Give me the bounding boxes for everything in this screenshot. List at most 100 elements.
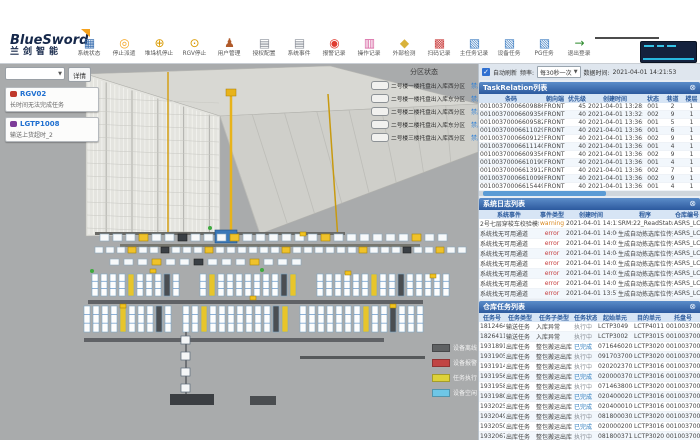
toolbar-item-退出登录[interactable]: →退出登录 (562, 36, 597, 58)
zone-toggle-button[interactable] (371, 81, 389, 90)
toolbar-item-外部检测[interactable]: ◆外部检测 (387, 36, 422, 58)
column-header[interactable]: 任务子类型 (535, 313, 573, 322)
table-row[interactable]: 1931958出库任务整包搬运出库执行中07146380042LCTP30200… (479, 382, 700, 392)
panel-close-icon[interactable]: ⊗ (689, 83, 696, 93)
horizontal-scrollbar[interactable] (479, 191, 700, 196)
zone-action-link[interactable]: 禁用 (471, 133, 478, 142)
device-id-link[interactable]: LGTP1008 (20, 120, 59, 128)
table-row[interactable]: 00100370006610098881FRONT402021-04-01 13… (479, 175, 700, 183)
table-row[interactable]: 1931980出库任务整包搬运出库已完成02040002081LCTP30160… (479, 392, 700, 402)
table-row[interactable]: 00100370006609582162FRONT402021-04-01 13… (479, 119, 700, 127)
table-row[interactable]: 00100370006609125123FRONT402021-04-01 13… (479, 135, 700, 143)
table-row[interactable]: 00100370006615449651FRONT402021-04-01 13… (479, 183, 700, 191)
toolbar-item-主任务记录[interactable]: ▧主任务记录 (457, 36, 492, 58)
column-header[interactable]: 目的单元 (633, 313, 665, 322)
table-cell: 00100370006609582162 (479, 119, 543, 127)
table-header-row: 条码朝向端优先级创建时间状态巷道楼层 (479, 94, 700, 103)
column-header[interactable]: 任务类型 (505, 313, 535, 322)
table-row[interactable]: 00100370006610190619FRONT402021-04-01 13… (479, 159, 700, 167)
panel-close-icon[interactable]: ⊗ (689, 302, 696, 312)
zone-action-link[interactable]: 禁用 (471, 81, 478, 90)
table-row[interactable]: 系统找无可用通道error2021-04-01 14:05:56生成自动拣选库位… (479, 239, 700, 249)
column-header[interactable]: 程序 (617, 210, 673, 219)
toolbar-item-授权配置[interactable]: ▤授权配置 (247, 36, 282, 58)
toolbar-item-堆垛机停止[interactable]: ⊕堆垛机停止 (142, 36, 177, 58)
toolbar-item-扫码记录[interactable]: ▩扫码记录 (422, 36, 457, 58)
table-row[interactable]: 00100370006609356770FRONT402021-04-01 13… (479, 151, 700, 159)
device-alert-card[interactable]: LGTP1008输送上货超时_2 (5, 117, 99, 142)
column-header[interactable]: 创建时间 (565, 210, 617, 219)
table-cell: error (539, 249, 565, 259)
table-row[interactable]: 2号七层穿梭车校验模块-串联长度warning2021-04-01 14:12:… (479, 219, 700, 229)
column-header[interactable]: 起始单元 (597, 313, 633, 322)
table-row[interactable]: 1931891出库任务整包搬运出库已完成07164602082LCTP30200… (479, 342, 700, 352)
column-header[interactable]: 创建时间 (587, 94, 643, 103)
toolbar-item-设备任务[interactable]: ▧设备任务 (492, 36, 527, 58)
table-row[interactable]: 00100370006609886219FRONT452021-04-01 13… (479, 103, 700, 111)
device-alert-card[interactable]: RGV02长时间无法完成任务 (5, 87, 99, 112)
device-select[interactable]: ▼ (5, 67, 65, 80)
toolbar-item-PG任务[interactable]: ▧PG任务 (527, 36, 562, 58)
column-header[interactable]: 状态 (643, 94, 663, 103)
auto-refresh-checkbox[interactable]: ✓ (482, 68, 490, 76)
column-header[interactable]: 任务状态 (573, 313, 597, 322)
column-header[interactable]: 事件类型 (539, 210, 565, 219)
zone-toggle-button[interactable] (371, 120, 389, 129)
toolbar-item-停止派遣[interactable]: ◎停止派遣 (107, 36, 142, 58)
table-row[interactable]: 系统找无可用通道error2021-04-01 14:06:57生成自动拣选库位… (479, 229, 700, 239)
table-row[interactable]: 00100370006611029457FRONT402021-04-01 13… (479, 127, 700, 135)
table-row[interactable]: 00100370006611140190FRONT402021-04-01 13… (479, 143, 700, 151)
toolbar-item-用户管理[interactable]: ♟用户管理 (212, 36, 247, 58)
toolbar-item-操作记录[interactable]: ▥操作记录 (352, 36, 387, 58)
table-cell: 1 (682, 119, 700, 127)
table-row[interactable]: 00100370006613912005FRONT402021-04-01 13… (479, 167, 700, 175)
column-header[interactable]: 朝向端 (543, 94, 567, 103)
column-header[interactable]: 巷道 (663, 94, 682, 103)
device-id-link[interactable]: RGV02 (20, 90, 46, 98)
warehouse-3d-view[interactable]: ▼ 详情 RGV02长时间无法完成任务LGTP1008输送上货超时_2 分区状态… (0, 64, 478, 440)
table-cell: 40 (567, 127, 587, 135)
column-header[interactable]: 条码 (479, 94, 543, 103)
table-row[interactable]: 系统找无可用通道error2021-04-01 14:03:55生成自动拣选库位… (479, 259, 700, 269)
toolbar-item-系统状态[interactable]: ▦系统状态 (72, 36, 107, 58)
panel-close-icon[interactable]: ⊗ (689, 199, 696, 209)
toolbar-item-RGV停止[interactable]: ⊙RGV停止 (177, 36, 212, 58)
column-header[interactable]: 仓库编号 (673, 210, 700, 219)
mini-status-thumbnail[interactable] (640, 41, 697, 63)
table-row[interactable]: 1812464输送任务入库异常执行中LCTP3049LCTP4011001003… (479, 322, 700, 332)
table-row[interactable]: 1931905出库任务整包搬运出库执行中09170370061LCTP30200… (479, 352, 700, 362)
zone-action-link[interactable]: 禁用 (471, 94, 478, 103)
column-header[interactable]: 任务号 (479, 313, 505, 322)
refresh-rate-select[interactable]: 每30秒一次 ▼ (537, 66, 581, 78)
panel-仓库任务列表: 仓库任务列表⊗任务号任务类型任务子类型任务状态起始单元目的单元托盘号181246… (479, 301, 700, 440)
detail-button[interactable]: 详情 (68, 67, 91, 82)
table-row[interactable]: 系统找无可用通道error2021-04-01 14:02:55生成自动拣选库位… (479, 269, 700, 279)
table-row[interactable]: 00100370006609356776FRONT402021-04-01 13… (479, 111, 700, 119)
zone-action-link[interactable]: 禁用 (471, 107, 478, 116)
zone-action-link[interactable]: 禁用 (471, 120, 478, 129)
column-header[interactable]: 楼层 (682, 94, 700, 103)
toolbar-item-系统事件[interactable]: ▤系统事件 (282, 36, 317, 58)
table-row[interactable]: 系统找无可用通道error2021-04-01 14:04:56生成自动拣选库位… (479, 249, 700, 259)
panel-header: 仓库任务列表⊗ (479, 301, 700, 313)
table-row[interactable]: 1931914出库任务整包搬运出库执行中02020237033LCTP30160… (479, 362, 700, 372)
zone-label: 二号楼一楼托盘出入库西分区 (391, 81, 465, 90)
column-header[interactable]: 优先级 (567, 94, 587, 103)
column-header[interactable]: 托盘号 (665, 313, 700, 322)
toolbar-item-报警记录[interactable]: ◉报警记录 (317, 36, 352, 58)
legend-swatch (432, 359, 450, 367)
zone-toggle-button[interactable] (371, 107, 389, 116)
table-row[interactable]: 系统找无可用通道error2021-04-01 13:57:49生成自动拣选库位… (479, 289, 700, 299)
table-row[interactable]: 1932067出库任务整包搬运出库执行中08180037132LCTP30200… (479, 432, 700, 440)
scrollbar-thumb[interactable] (483, 191, 605, 196)
table-row[interactable]: 系统找无可用通道error2021-04-01 14:01:54生成自动拣选库位… (479, 279, 700, 289)
zone-toggle-button[interactable] (371, 94, 389, 103)
column-header[interactable]: 系统事件 (479, 210, 539, 219)
table-row[interactable]: 1931956出库任务整包搬运出库已完成02000037022LCTP30160… (479, 372, 700, 382)
table-row[interactable]: 1932050出库任务整包搬运出库已完成02000020011LCTP30160… (479, 422, 700, 432)
table-row[interactable]: 1932025出库任务整包搬运出库已完成02040001062LCTP30160… (479, 402, 700, 412)
table-cell: 08180037132 (597, 432, 633, 440)
table-row[interactable]: 1932049出库任务整包搬运出库执行中08180003032LCTP30200… (479, 412, 700, 422)
zone-toggle-button[interactable] (371, 133, 389, 142)
table-row[interactable]: 1826411输送任务入库异常执行中LCTP3002LCTP3015001003… (479, 332, 700, 342)
